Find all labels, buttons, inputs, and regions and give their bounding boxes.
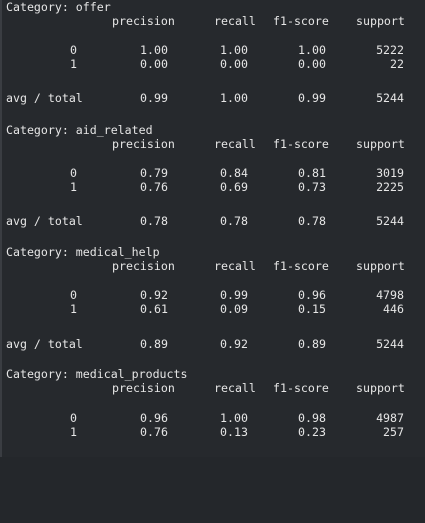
class-label: 1	[70, 302, 77, 316]
class-label: 0	[70, 166, 77, 180]
table-row: 0 0.92 0.99 0.96 4798	[6, 288, 416, 302]
avg-label: avg / total	[6, 214, 83, 228]
header-row: precision recall f1-score support	[6, 137, 416, 151]
table-row: 0 0.96 1.00 0.98 4987	[6, 411, 416, 425]
avg-total-row: avg / total 0.89 0.92 0.89 5244	[6, 337, 416, 351]
category-title: Category: offer	[6, 0, 111, 14]
recall-value: 1.00	[220, 43, 248, 57]
recall-value: 0.13	[220, 425, 248, 439]
header-row: precision recall f1-score support	[6, 259, 416, 273]
precision-value: 0.76	[140, 425, 168, 439]
f1-value: 1.00	[298, 43, 326, 57]
f1-header: f1-score	[273, 137, 329, 151]
support-value: 257	[383, 425, 404, 439]
f1-header: f1-score	[273, 259, 329, 273]
support-header: support	[356, 381, 405, 395]
support-value: 22	[390, 57, 404, 71]
precision-value: 0.92	[140, 288, 168, 302]
class-label: 1	[70, 57, 77, 71]
f1-value: 0.73	[298, 180, 326, 194]
precision-value: 0.00	[140, 57, 168, 71]
recall-header: recall	[214, 381, 256, 395]
class-label: 0	[70, 288, 77, 302]
precision-value: 0.61	[140, 302, 168, 316]
header-row: precision recall f1-score support	[6, 381, 416, 395]
class-label: 1	[70, 180, 77, 194]
category-title: Category: aid_related	[6, 123, 153, 137]
recall-value: 0.69	[220, 180, 248, 194]
avg-total-row: avg / total 0.99 1.00 0.99 5244	[6, 91, 416, 105]
table-row: 1 0.76 0.13 0.23 257	[6, 425, 416, 439]
recall-value: 0.84	[220, 166, 248, 180]
avg-label: avg / total	[6, 337, 83, 351]
class-label: 0	[70, 43, 77, 57]
support-header: support	[356, 137, 405, 151]
precision-value: 0.78	[140, 214, 168, 228]
f1-value: 0.99	[298, 91, 326, 105]
recall-value: 0.00	[220, 57, 248, 71]
f1-header: f1-score	[273, 381, 329, 395]
precision-value: 0.99	[140, 91, 168, 105]
recall-header: recall	[214, 259, 256, 273]
precision-header: precision	[112, 137, 175, 151]
f1-value: 0.00	[298, 57, 326, 71]
precision-value: 0.79	[140, 166, 168, 180]
precision-header: precision	[112, 14, 175, 28]
f1-value: 0.96	[298, 288, 326, 302]
precision-value: 0.96	[140, 411, 168, 425]
recall-value: 0.09	[220, 302, 248, 316]
support-value: 4798	[376, 288, 404, 302]
support-value: 5244	[376, 91, 404, 105]
f1-value: 0.98	[298, 411, 326, 425]
recall-value: 0.92	[220, 337, 248, 351]
table-row: 0 1.00 1.00 1.00 5222	[6, 43, 416, 57]
support-value: 446	[383, 302, 404, 316]
support-header: support	[356, 259, 405, 273]
recall-value: 0.99	[220, 288, 248, 302]
precision-value: 1.00	[140, 43, 168, 57]
precision-value: 0.76	[140, 180, 168, 194]
table-row: 0 0.79 0.84 0.81 3019	[6, 166, 416, 180]
avg-label: avg / total	[6, 91, 83, 105]
recall-header: recall	[214, 14, 256, 28]
support-value: 3019	[376, 166, 404, 180]
class-label: 1	[70, 425, 77, 439]
f1-value: 0.78	[298, 214, 326, 228]
header-row: precision recall f1-score support	[6, 14, 416, 28]
support-value: 5244	[376, 214, 404, 228]
f1-value: 0.81	[298, 166, 326, 180]
precision-header: precision	[112, 381, 175, 395]
f1-value: 0.89	[298, 337, 326, 351]
category-title: Category: medical_help	[6, 245, 160, 259]
table-row: 1 0.76 0.69 0.73 2225	[6, 180, 416, 194]
f1-value: 0.23	[298, 425, 326, 439]
category-title: Category: medical_products	[6, 367, 188, 381]
recall-value: 1.00	[220, 411, 248, 425]
support-value: 4987	[376, 411, 404, 425]
precision-header: precision	[112, 259, 175, 273]
support-header: support	[356, 14, 405, 28]
recall-value: 1.00	[220, 91, 248, 105]
class-label: 0	[70, 411, 77, 425]
table-row: 1 0.00 0.00 0.00 22	[6, 57, 416, 71]
table-row: 1 0.61 0.09 0.15 446	[6, 302, 416, 316]
support-value: 5244	[376, 337, 404, 351]
terminal-output: Category: offer precision recall f1-scor…	[0, 0, 425, 457]
f1-value: 0.15	[298, 302, 326, 316]
f1-header: f1-score	[273, 14, 329, 28]
precision-value: 0.89	[140, 337, 168, 351]
support-value: 5222	[376, 43, 404, 57]
recall-value: 0.78	[220, 214, 248, 228]
recall-header: recall	[214, 137, 256, 151]
support-value: 2225	[376, 180, 404, 194]
avg-total-row: avg / total 0.78 0.78 0.78 5244	[6, 214, 416, 228]
